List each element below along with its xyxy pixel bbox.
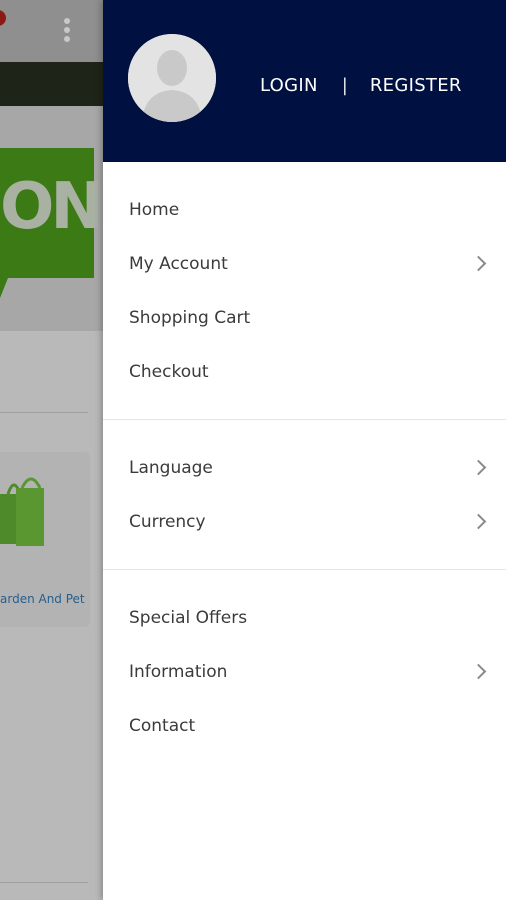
menu-item-currency[interactable]: Currency [103, 495, 506, 549]
background-toolbar [0, 0, 103, 62]
login-link[interactable]: LOGIN [260, 75, 318, 96]
menu-item-language[interactable]: Language [103, 441, 506, 495]
menu-item-label: Special Offers [129, 608, 248, 628]
section-divider [103, 569, 506, 570]
menu-item-checkout[interactable]: Checkout [103, 345, 506, 399]
menu-item-label: My Account [129, 254, 228, 274]
auth-links: LOGIN | REGISTER [260, 72, 462, 98]
menu-item-special-offers[interactable]: Special Offers [103, 591, 506, 645]
background-nav-bar [0, 62, 103, 106]
chevron-right-icon [470, 513, 487, 530]
menu-item-label: Information [129, 662, 228, 682]
promo-banner-tip [0, 278, 8, 298]
section-divider [103, 419, 506, 420]
user-silhouette-icon [128, 34, 216, 122]
menu-section-main: Home My Account Shopping Cart Checkout [103, 183, 506, 399]
menu-item-label: Checkout [129, 362, 209, 382]
drawer-header: LOGIN | REGISTER [103, 0, 506, 162]
background-divider-bottom [0, 882, 88, 883]
shopping-bags-icon [0, 477, 44, 546]
kebab-menu-icon [63, 18, 71, 44]
navigation-drawer: LOGIN | REGISTER Home My Account Shoppin… [103, 0, 506, 900]
menu-item-label: Currency [129, 512, 206, 532]
menu-section-info: Special Offers Information Contact [103, 591, 506, 753]
register-link[interactable]: REGISTER [370, 75, 462, 96]
menu-item-label: Shopping Cart [129, 308, 251, 328]
promo-banner-text: ON [0, 170, 104, 244]
menu-item-shopping-cart[interactable]: Shopping Cart [103, 291, 506, 345]
auth-separator: | [341, 74, 348, 96]
avatar[interactable] [128, 34, 216, 122]
menu-item-label: Language [129, 458, 213, 478]
background-divider [0, 412, 88, 413]
menu-item-label: Home [129, 200, 180, 220]
notification-dot [0, 10, 6, 26]
category-label: arden And Pet [0, 592, 85, 606]
menu-item-label: Contact [129, 716, 196, 736]
menu-section-settings: Language Currency [103, 441, 506, 549]
chevron-right-icon [470, 255, 487, 272]
menu-item-home[interactable]: Home [103, 183, 506, 237]
chevron-right-icon [470, 459, 487, 476]
menu-item-contact[interactable]: Contact [103, 699, 506, 753]
menu-item-my-account[interactable]: My Account [103, 237, 506, 291]
chevron-right-icon [470, 663, 487, 680]
menu-item-information[interactable]: Information [103, 645, 506, 699]
